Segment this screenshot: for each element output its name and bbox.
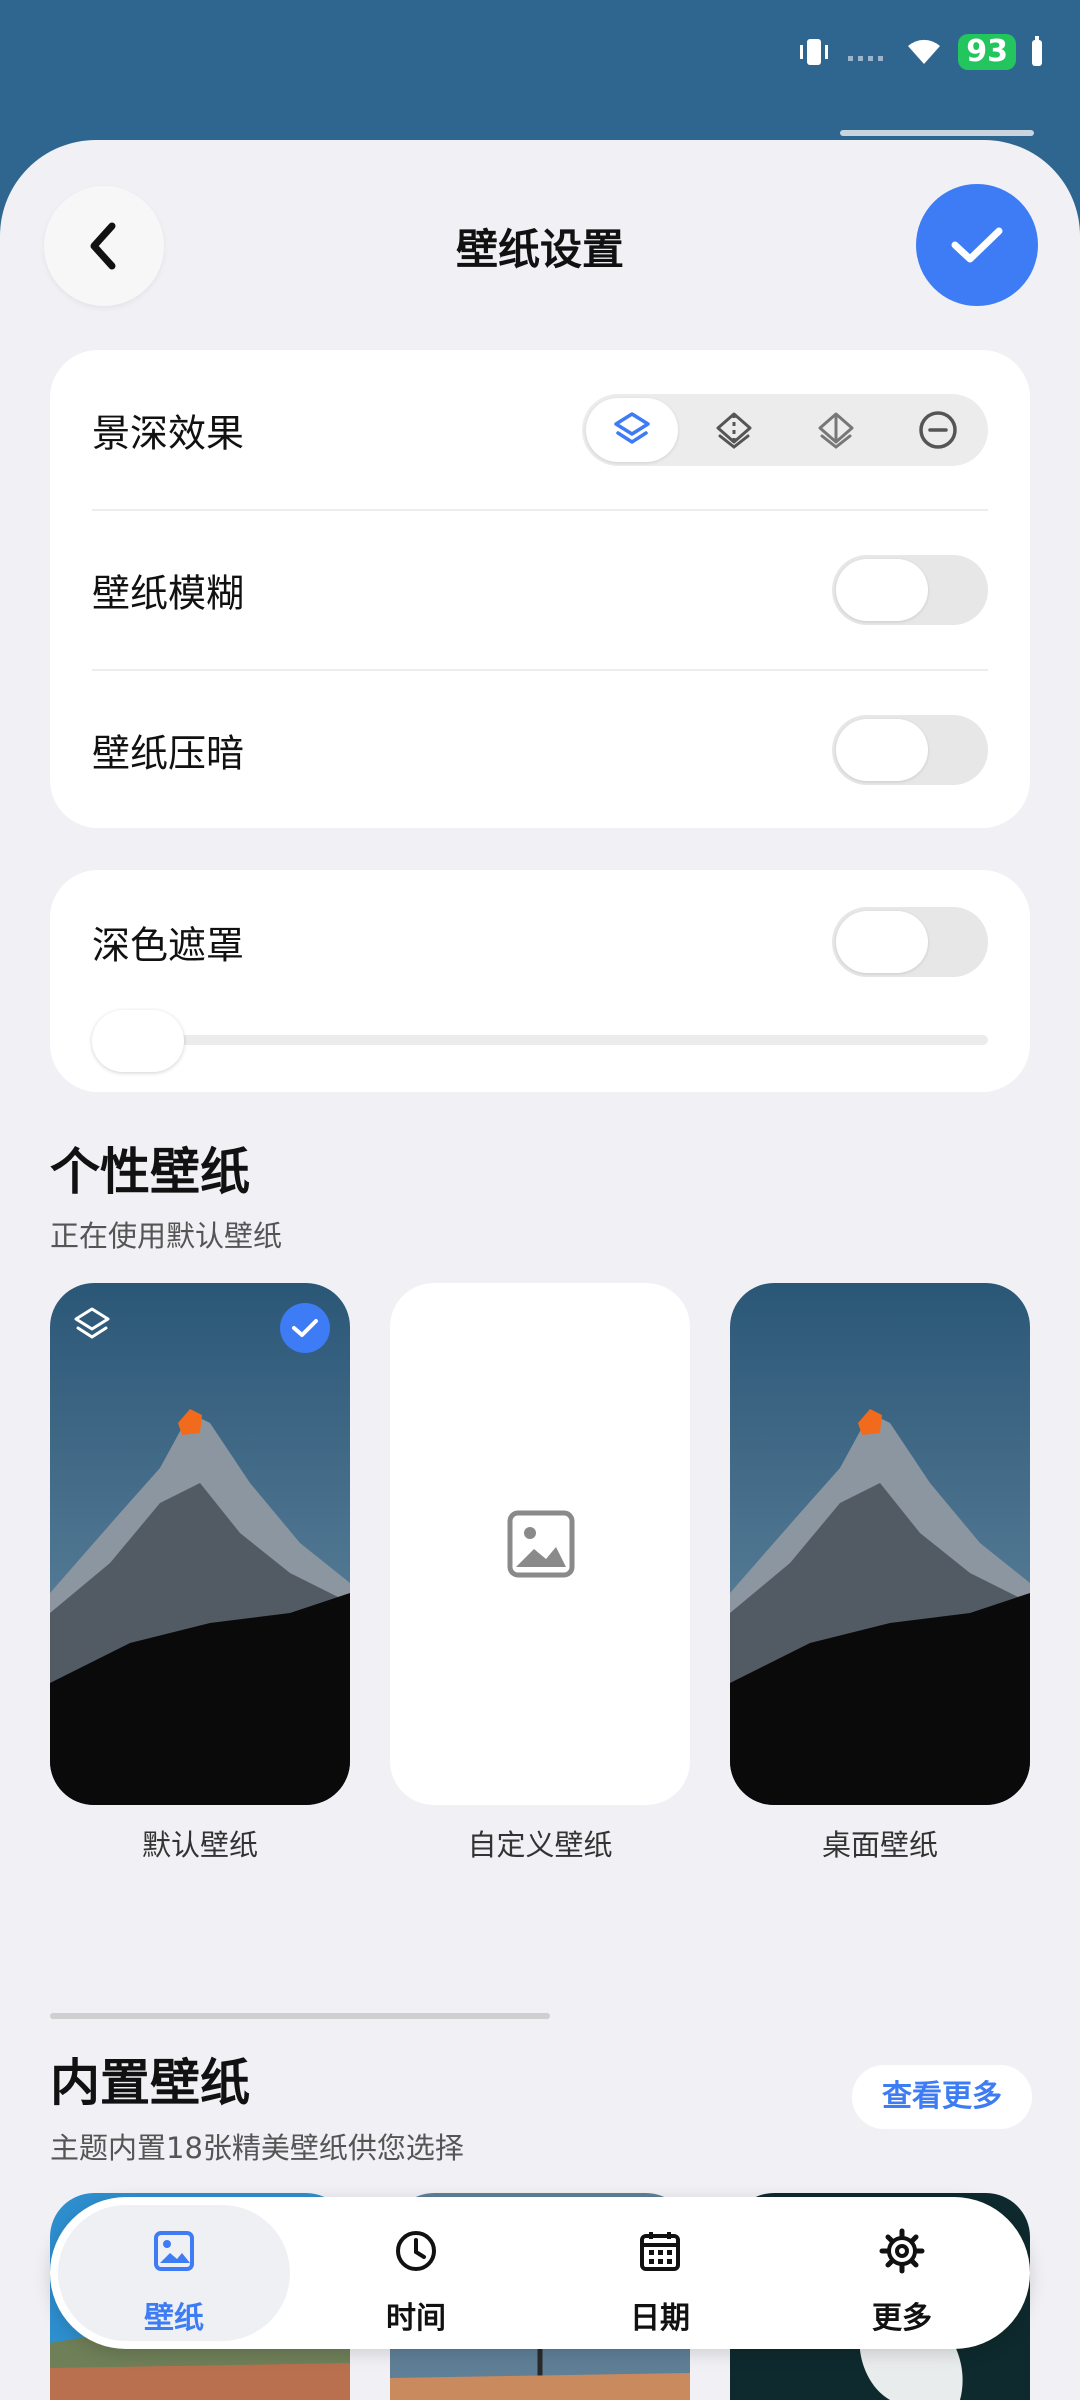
wallpaper-blur-row: 壁纸模糊 — [92, 510, 988, 670]
depth-effect-selector[interactable] — [582, 394, 988, 466]
wallpaper-dim-label: 壁纸压暗 — [92, 731, 245, 776]
minus-circle-icon — [919, 411, 957, 449]
vibrate-icon — [800, 39, 829, 65]
confirm-button[interactable] — [916, 184, 1038, 306]
image-placeholder-icon — [507, 1510, 575, 1578]
calendar-icon — [640, 2232, 680, 2271]
wallpaper-thumb-default[interactable] — [50, 1283, 350, 1805]
signal-icon — [848, 56, 884, 61]
dark-mask-label: 深色遮罩 — [92, 923, 245, 968]
mountain-wallpaper-image — [50, 1283, 350, 1805]
depth-effect-row: 景深效果 — [92, 350, 988, 510]
depth-light-icon — [818, 412, 854, 449]
wallpaper-settings-sheet: 壁纸设置 景深效果 壁纸模糊 壁纸压暗 深色遮罩 个性壁纸 正在使用默认壁纸 默… — [0, 140, 1080, 2400]
toggle-knob — [836, 559, 928, 621]
sheet-handle[interactable] — [840, 130, 1034, 136]
depth-option-light[interactable] — [790, 398, 882, 462]
depth-effect-label: 景深效果 — [92, 411, 245, 456]
mountain-wallpaper-image — [730, 1283, 1030, 1805]
wallpaper-blur-toggle[interactable] — [832, 555, 988, 625]
wallpaper-thumb-custom[interactable] — [390, 1283, 690, 1805]
dark-mask-row: 深色遮罩 — [92, 870, 988, 1014]
layers-badge-icon — [70, 1303, 114, 1351]
dark-mask-toggle[interactable] — [832, 907, 988, 977]
dark-mask-slider[interactable] — [92, 1035, 988, 1045]
dark-mask-card: 深色遮罩 — [50, 870, 1030, 1092]
effects-card: 景深效果 壁纸模糊 壁纸压暗 — [50, 350, 1030, 828]
nav-item-date[interactable]: 日期 — [544, 2205, 776, 2341]
builtin-wallpaper-title: 内置壁纸 — [50, 2054, 250, 2112]
horizontal-scroll-indicator — [50, 2013, 550, 2019]
view-more-button[interactable]: 查看更多 — [852, 2065, 1032, 2129]
wallpaper-thumb-desktop[interactable] — [730, 1283, 1030, 1805]
image-icon — [154, 2231, 194, 2271]
nav-item-time[interactable]: 时间 — [300, 2205, 532, 2341]
dark-mask-slider-handle[interactable] — [92, 1010, 184, 1072]
layers-icon — [614, 412, 650, 444]
selected-check-icon — [280, 1303, 330, 1353]
status-bar: 93 — [0, 0, 1080, 136]
charging-icon — [1032, 36, 1042, 66]
wallpaper-blur-label: 壁纸模糊 — [92, 571, 245, 616]
depth-option-dashed[interactable] — [688, 398, 780, 462]
wifi-icon — [908, 39, 941, 64]
nav-item-wallpaper[interactable]: 壁纸 — [58, 2205, 290, 2341]
depth-option-layers[interactable] — [586, 398, 678, 462]
nav-label: 日期 — [630, 2301, 690, 2336]
nav-item-more[interactable]: 更多 — [786, 2205, 1018, 2341]
depth-option-off[interactable] — [892, 398, 984, 462]
bottom-nav: 壁纸 时间 日期 更多 — [50, 2197, 1030, 2349]
wallpaper-dim-row: 壁纸压暗 — [92, 670, 988, 830]
nav-label: 壁纸 — [144, 2301, 204, 2336]
builtin-wallpaper-subtitle: 主题内置18张精美壁纸供您选择 — [50, 2131, 464, 2165]
gear-icon — [879, 2228, 925, 2274]
depth-dashed-icon — [716, 412, 752, 449]
wallpaper-caption: 桌面壁纸 — [821, 1828, 938, 1862]
wallpaper-caption: 自定义壁纸 — [467, 1828, 613, 1862]
wallpaper-dim-toggle[interactable] — [832, 715, 988, 785]
toggle-knob — [836, 911, 928, 973]
status-icons: 93 — [796, 30, 1044, 74]
toggle-knob — [836, 719, 928, 781]
nav-label: 更多 — [872, 2301, 932, 2336]
nav-label: 时间 — [386, 2301, 446, 2336]
clock-icon — [396, 2231, 436, 2271]
personal-wallpaper-title: 个性壁纸 — [50, 1143, 250, 1201]
personal-wallpaper-subtitle: 正在使用默认壁纸 — [50, 1219, 283, 1253]
battery-level: 93 — [958, 34, 1016, 70]
top-bar: 壁纸设置 — [0, 140, 1080, 350]
check-icon — [951, 227, 1003, 263]
wallpaper-caption: 默认壁纸 — [141, 1828, 258, 1862]
